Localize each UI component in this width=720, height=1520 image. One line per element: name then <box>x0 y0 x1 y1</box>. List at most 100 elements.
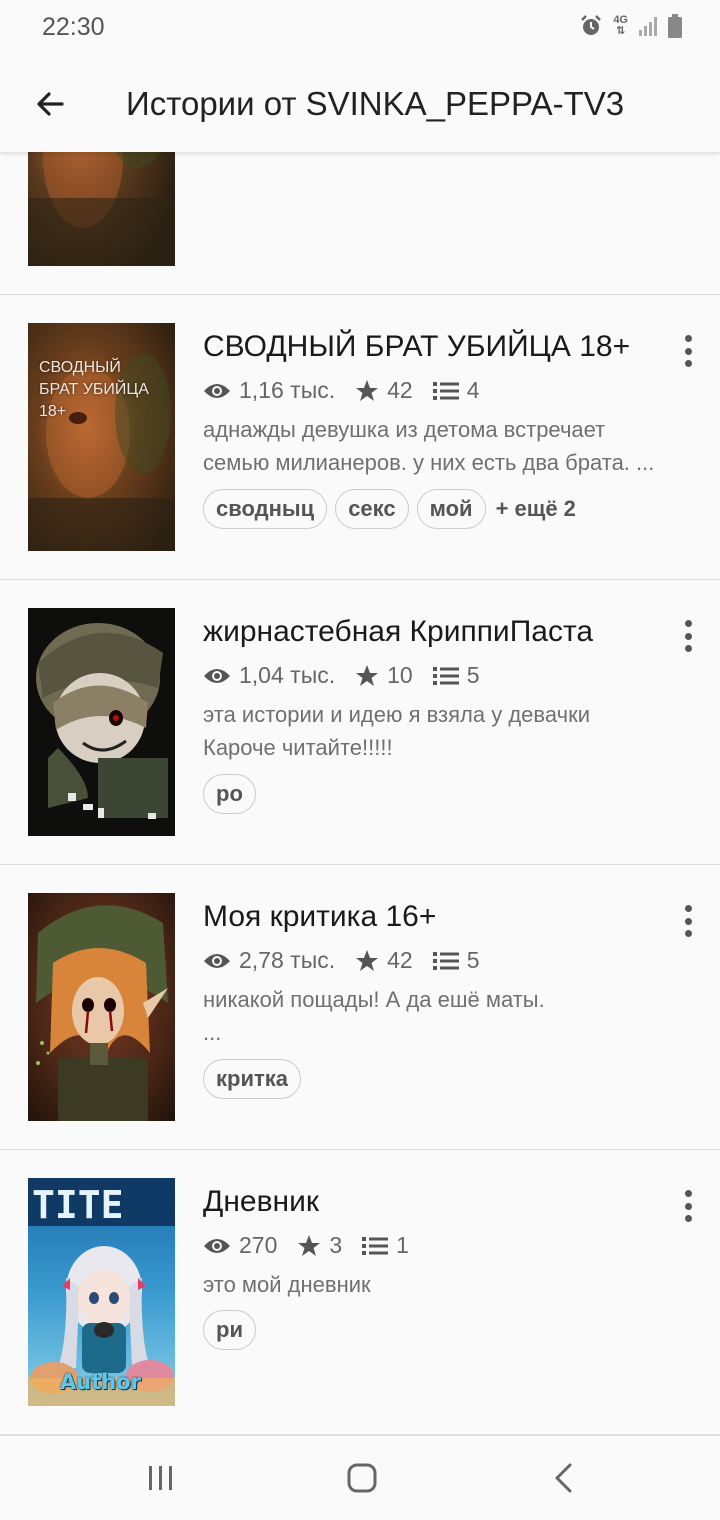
description-line: это мой дневник <box>203 1272 371 1297</box>
parts-count: 5 <box>466 662 480 688</box>
votes-count: 42 <box>387 377 413 403</box>
star-icon <box>298 1234 321 1256</box>
story-tags: критка <box>203 1059 309 1099</box>
story-stats: 270 3 1 <box>203 1232 429 1259</box>
page-title: Истории от SVINKA_PEPPA-TV3 <box>126 85 625 122</box>
story-tags: ри <box>203 1310 264 1350</box>
dot <box>684 1215 692 1222</box>
more-options-button[interactable] <box>676 903 700 939</box>
star-icon <box>356 379 379 401</box>
parts-stat: 5 <box>432 947 480 974</box>
cover-text: СВОДНЫЙ БРАТ УБИЙЦА 18+ <box>39 359 149 420</box>
story-description: эта истории и идею я взяла у девачки Кар… <box>203 698 683 764</box>
views-stat: 2,78 тыс. <box>203 947 335 974</box>
eye-icon <box>204 383 230 398</box>
parts-count: 1 <box>396 1232 409 1258</box>
tag-chip[interactable]: сводныц <box>203 489 328 529</box>
status-time: 22:30 <box>42 13 105 41</box>
dot <box>684 347 692 355</box>
story-item[interactable]: СВОДНЫЙ БРАТ УБИЙЦА 18+ СВОДНЫЙ БРАТ УБИ… <box>0 295 720 580</box>
arrow-back-icon <box>37 92 64 116</box>
cover-image <box>28 893 175 1121</box>
more-options-button[interactable] <box>676 618 700 654</box>
votes-count: 3 <box>329 1232 343 1258</box>
status-bar: 22:30 4G ⇅ <box>0 0 720 56</box>
description-line: ... <box>203 1020 222 1045</box>
views-count: 270 <box>239 1232 278 1258</box>
description-line: Кароче читайте!!!!! <box>203 735 393 760</box>
alarm-icon <box>581 15 602 35</box>
story-item[interactable]: TITE Author Дневник 270 3 1 это мой днев… <box>0 1150 720 1435</box>
dot <box>684 1190 692 1197</box>
battery-icon <box>668 14 682 38</box>
views-count: 1,04 тыс. <box>239 662 336 688</box>
system-nav-bar <box>0 1435 720 1520</box>
dot <box>684 917 692 925</box>
parts-count: 5 <box>466 947 480 973</box>
story-cover[interactable]: СВОДНЫЙ БРАТ УБИЙЦА 18+ <box>28 323 175 551</box>
story-cover[interactable] <box>28 608 175 836</box>
dot <box>684 930 692 937</box>
more-tags-link[interactable]: + ещё 2 <box>496 496 576 522</box>
home-icon <box>347 1463 377 1493</box>
description-line: эта истории и идею я взяла у девачки <box>203 702 590 727</box>
votes-stat: 42 <box>355 947 413 974</box>
story-title[interactable]: жирнастебная КриппиПаста <box>203 615 593 649</box>
story-stats: 1,16 тыс. 42 4 <box>203 377 500 404</box>
signal-icon <box>639 17 657 36</box>
votes-stat: 10 <box>355 662 413 689</box>
dot <box>684 645 692 652</box>
list-icon <box>432 381 459 400</box>
description-line: никакой пощады! А да ешё маты. <box>203 987 545 1012</box>
story-tags: сводныц секс мой + ещё 2 <box>203 489 576 529</box>
dot <box>684 1202 692 1210</box>
star-icon <box>356 949 379 971</box>
recent-apps-icon <box>149 1466 172 1490</box>
dot <box>684 905 692 912</box>
votes-stat: 42 <box>355 377 413 404</box>
votes-count: 42 <box>387 947 413 973</box>
parts-stat: 1 <box>362 1232 409 1259</box>
story-item[interactable]: жирнастебная КриппиПаста 1,04 тыс. 10 5 … <box>0 580 720 865</box>
story-description: никакой пощады! А да ешё маты. ... <box>203 983 683 1049</box>
more-options-button[interactable] <box>676 333 700 369</box>
story-title[interactable]: СВОДНЫЙ БРАТ УБИЙЦА 18+ <box>203 330 630 364</box>
story-title[interactable]: Дневник <box>203 1185 319 1219</box>
story-cover[interactable]: TITE Author <box>28 1178 175 1406</box>
tag-chip[interactable]: ри <box>203 1310 256 1350</box>
tag-chip[interactable]: ро <box>203 774 256 814</box>
story-item[interactable]: Моя критика 16+ 2,78 тыс. 42 5 никакой п… <box>0 865 720 1150</box>
status-icons: 4G ⇅ <box>579 14 682 38</box>
star-icon <box>356 664 379 686</box>
parts-stat: 5 <box>432 662 480 689</box>
back-button[interactable] <box>28 82 72 126</box>
list-icon <box>362 1236 389 1255</box>
story-item-partial[interactable] <box>0 152 720 295</box>
dot <box>684 360 692 367</box>
svg-text:TITE: TITE <box>32 1183 124 1227</box>
cover-image <box>28 152 175 266</box>
more-options-button[interactable] <box>676 1188 700 1224</box>
views-stat: 1,16 тыс. <box>203 377 335 404</box>
parts-count: 4 <box>466 377 480 403</box>
dot <box>684 620 692 627</box>
story-stats: 2,78 тыс. 42 5 <box>203 947 500 974</box>
story-title[interactable]: Моя критика 16+ <box>203 900 436 934</box>
app-bar: Истории от SVINKA_PEPPA-TV3 <box>0 56 720 152</box>
votes-count: 10 <box>387 662 413 688</box>
story-tags: ро <box>203 774 264 814</box>
tag-chip[interactable]: критка <box>203 1059 301 1099</box>
description-line: аднажды девушка из детома встречает <box>203 417 606 442</box>
story-description: это мой дневник <box>203 1268 683 1301</box>
eye-icon <box>204 1238 230 1253</box>
tag-chip[interactable]: мой <box>416 489 486 529</box>
story-cover[interactable] <box>28 893 175 1121</box>
home-button[interactable] <box>332 1454 392 1502</box>
network-4g-icon: 4G ⇅ <box>613 14 628 37</box>
story-cover[interactable] <box>28 152 175 266</box>
story-list[interactable]: СВОДНЫЙ БРАТ УБИЙЦА 18+ СВОДНЫЙ БРАТ УБИ… <box>0 152 720 1435</box>
tag-chip[interactable]: секс <box>335 489 409 529</box>
recent-apps-button[interactable] <box>131 1454 191 1502</box>
nav-back-button[interactable] <box>534 1454 594 1502</box>
list-icon <box>432 951 459 970</box>
